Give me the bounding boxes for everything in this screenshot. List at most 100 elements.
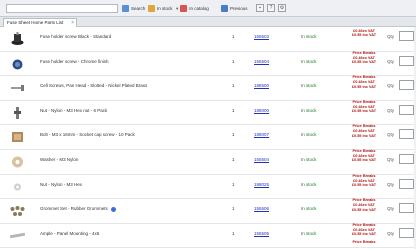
quantity-input[interactable] — [399, 55, 414, 66]
price-ex-vat: £0.46ex VAT — [353, 129, 375, 134]
tab-bar: Fuse Sheet Home Parts List × — [0, 17, 416, 27]
list-item: Price Breaks Nut - Nylon - M3 Hex nut - … — [0, 100, 416, 126]
item-part-link[interactable]: 155506 — [254, 206, 269, 211]
quantity-input[interactable] — [399, 31, 414, 41]
item-stock-status: In stock — [301, 230, 317, 236]
previous-button[interactable]: Previous — [221, 4, 248, 13]
screw-icon — [11, 85, 24, 92]
price-inc-vat: £0.55 inc VAT — [351, 158, 377, 163]
qty-label: Qty — [387, 157, 395, 162]
nut-icon — [14, 183, 21, 191]
price-inc-vat: £0.55 inc VAT — [351, 33, 377, 38]
list-item: Price Breaks Washer - M3 Nylon 1 155504 … — [0, 149, 416, 175]
item-stock-status: In stock — [301, 157, 317, 162]
quantity-input[interactable] — [399, 104, 414, 115]
item-part-link[interactable]: 155503 — [254, 34, 269, 39]
in-stock-filter-button[interactable]: In stock — [148, 4, 173, 13]
item-part-link[interactable]: 188500 — [254, 83, 269, 88]
item-description: Fuse holder screw - Chrome finish — [40, 58, 109, 64]
price-ex-vat: £0.46ex VAT — [353, 55, 375, 60]
search-button[interactable]: Search — [122, 4, 145, 13]
search-input[interactable] — [6, 4, 118, 13]
tab-label: Fuse Sheet Home Parts List — [7, 20, 64, 25]
item-quantity: 1 — [232, 181, 235, 187]
settings-icon[interactable]: ⚙ — [278, 4, 286, 12]
price-breaks-link[interactable]: Price Breaks — [341, 198, 387, 202]
item-quantity: 1 — [232, 107, 235, 113]
item-part-link[interactable]: 188025 — [254, 182, 269, 187]
qty-label: Qty — [387, 83, 395, 89]
item-quantity: 1 — [232, 230, 235, 236]
item-quantity: 1 — [232, 157, 235, 162]
info-icon[interactable] — [111, 206, 117, 212]
list-item: Price Breaks Grommet Set - Rubber Gromme… — [0, 198, 416, 224]
item-description: Grommet Set - Rubber Grommets — [40, 206, 220, 212]
item-price: £0.46ex VAT £0.55 inc VAT — [341, 179, 387, 188]
price-breaks-link[interactable]: Price Breaks — [341, 174, 387, 178]
price-breaks-link[interactable]: Price Breaks — [341, 240, 387, 244]
qty-label: Qty — [387, 230, 395, 236]
quantity-input[interactable] — [399, 80, 414, 91]
price-inc-vat: £0.55 inc VAT — [351, 207, 377, 212]
dropdown-arrow-icon: ▾ — [176, 5, 179, 11]
item-description: Washer - M3 Nylon — [40, 157, 79, 162]
quantity-input[interactable] — [399, 178, 414, 189]
item-price: £0.46ex VAT £0.55 inc VAT — [341, 80, 387, 89]
item-quantity: 1 — [232, 34, 235, 39]
price-inc-vat: £0.55 inc VAT — [351, 183, 377, 187]
item-part-link[interactable]: 188000 — [254, 108, 269, 113]
price-inc-vat: £0.55 inc VAT — [351, 84, 377, 89]
item-quantity: 1 — [232, 206, 235, 212]
nut-icon — [14, 106, 21, 119]
item-description: Bolt - M3 x 16mm - Socket cap screw - 10… — [40, 132, 135, 138]
help-icon[interactable]: ? — [267, 4, 275, 12]
item-part-link[interactable]: 155504 — [254, 59, 269, 64]
in-catalog-label: In catalog — [189, 6, 209, 11]
list-item: Price Breaks Nut - Nylon - M3 Hex 1 1880… — [0, 174, 416, 200]
print-icon[interactable]: ▪ — [256, 4, 264, 12]
price-breaks-link[interactable]: Price Breaks — [341, 75, 387, 79]
quantity-input[interactable] — [399, 129, 414, 140]
item-price: £0.46ex VAT £0.55 inc VAT — [341, 105, 387, 114]
price-breaks-link[interactable]: Price Breaks — [341, 124, 387, 128]
item-stock-status: In stock — [301, 206, 317, 212]
qty-label: Qty — [387, 107, 395, 113]
grommet-icon — [10, 206, 25, 217]
item-quantity: 1 — [232, 83, 235, 89]
qty-label: Qty — [387, 34, 395, 39]
list-item: Price Breaks Cell Screws, Pan Head - Slo… — [0, 75, 416, 101]
close-icon[interactable]: × — [71, 19, 74, 27]
price-inc-vat: £0.55 inc VAT — [351, 133, 377, 138]
list-item: Price Breaks Bolt - M3 x 16mm - Socket c… — [0, 124, 416, 150]
toolbar: Search In stock ▾ In catalog Previous ▪ … — [0, 0, 416, 17]
list-item: Fuse holder screw Black - Standard 1 155… — [0, 27, 416, 52]
parts-list: Fuse holder screw Black - Standard 1 155… — [0, 27, 416, 249]
item-description: Nut - Nylon - M3 Hex — [40, 181, 83, 187]
price-ex-vat: £0.46ex VAT — [353, 227, 375, 232]
price-breaks-link[interactable]: Price Breaks — [341, 100, 387, 104]
previous-icon — [221, 5, 228, 12]
search-button-label: Search — [131, 6, 146, 11]
quantity-input[interactable] — [399, 154, 414, 164]
item-part-link[interactable]: 155504 — [254, 157, 269, 162]
tab-parts-list[interactable]: Fuse Sheet Home Parts List × — [3, 18, 77, 27]
catalog-button[interactable]: ▾ In catalog — [176, 4, 209, 13]
price-ex-vat: £0.46ex VAT — [353, 203, 375, 208]
price-breaks-link[interactable]: Price Breaks — [341, 223, 387, 227]
qty-label: Qty — [387, 58, 395, 64]
item-part-link[interactable]: 188007 — [254, 132, 269, 137]
price-breaks-link[interactable]: Price Breaks — [341, 51, 387, 55]
quantity-input[interactable] — [399, 227, 414, 238]
bolt-icon — [12, 132, 23, 143]
item-stock-status: In stock — [301, 34, 317, 39]
item-description: Ample - Panel Mounting - 4x6 — [40, 230, 100, 236]
item-price: £0.46ex VAT £0.55 inc VAT — [341, 56, 387, 65]
item-price: £0.46ex VAT £0.55 inc VAT — [341, 203, 387, 212]
quantity-input[interactable] — [399, 203, 414, 214]
price-breaks-link[interactable]: Price Breaks — [341, 149, 387, 153]
item-description: Nut - Nylon - M3 Hex nut - 6 Pack — [40, 107, 108, 113]
price-ex-vat: £0.46ex VAT — [353, 80, 375, 85]
price-ex-vat: £0.46ex VAT — [353, 29, 375, 33]
item-description: Fuse holder screw Black - Standard — [40, 34, 112, 39]
item-part-link[interactable]: 155505 — [254, 231, 269, 236]
